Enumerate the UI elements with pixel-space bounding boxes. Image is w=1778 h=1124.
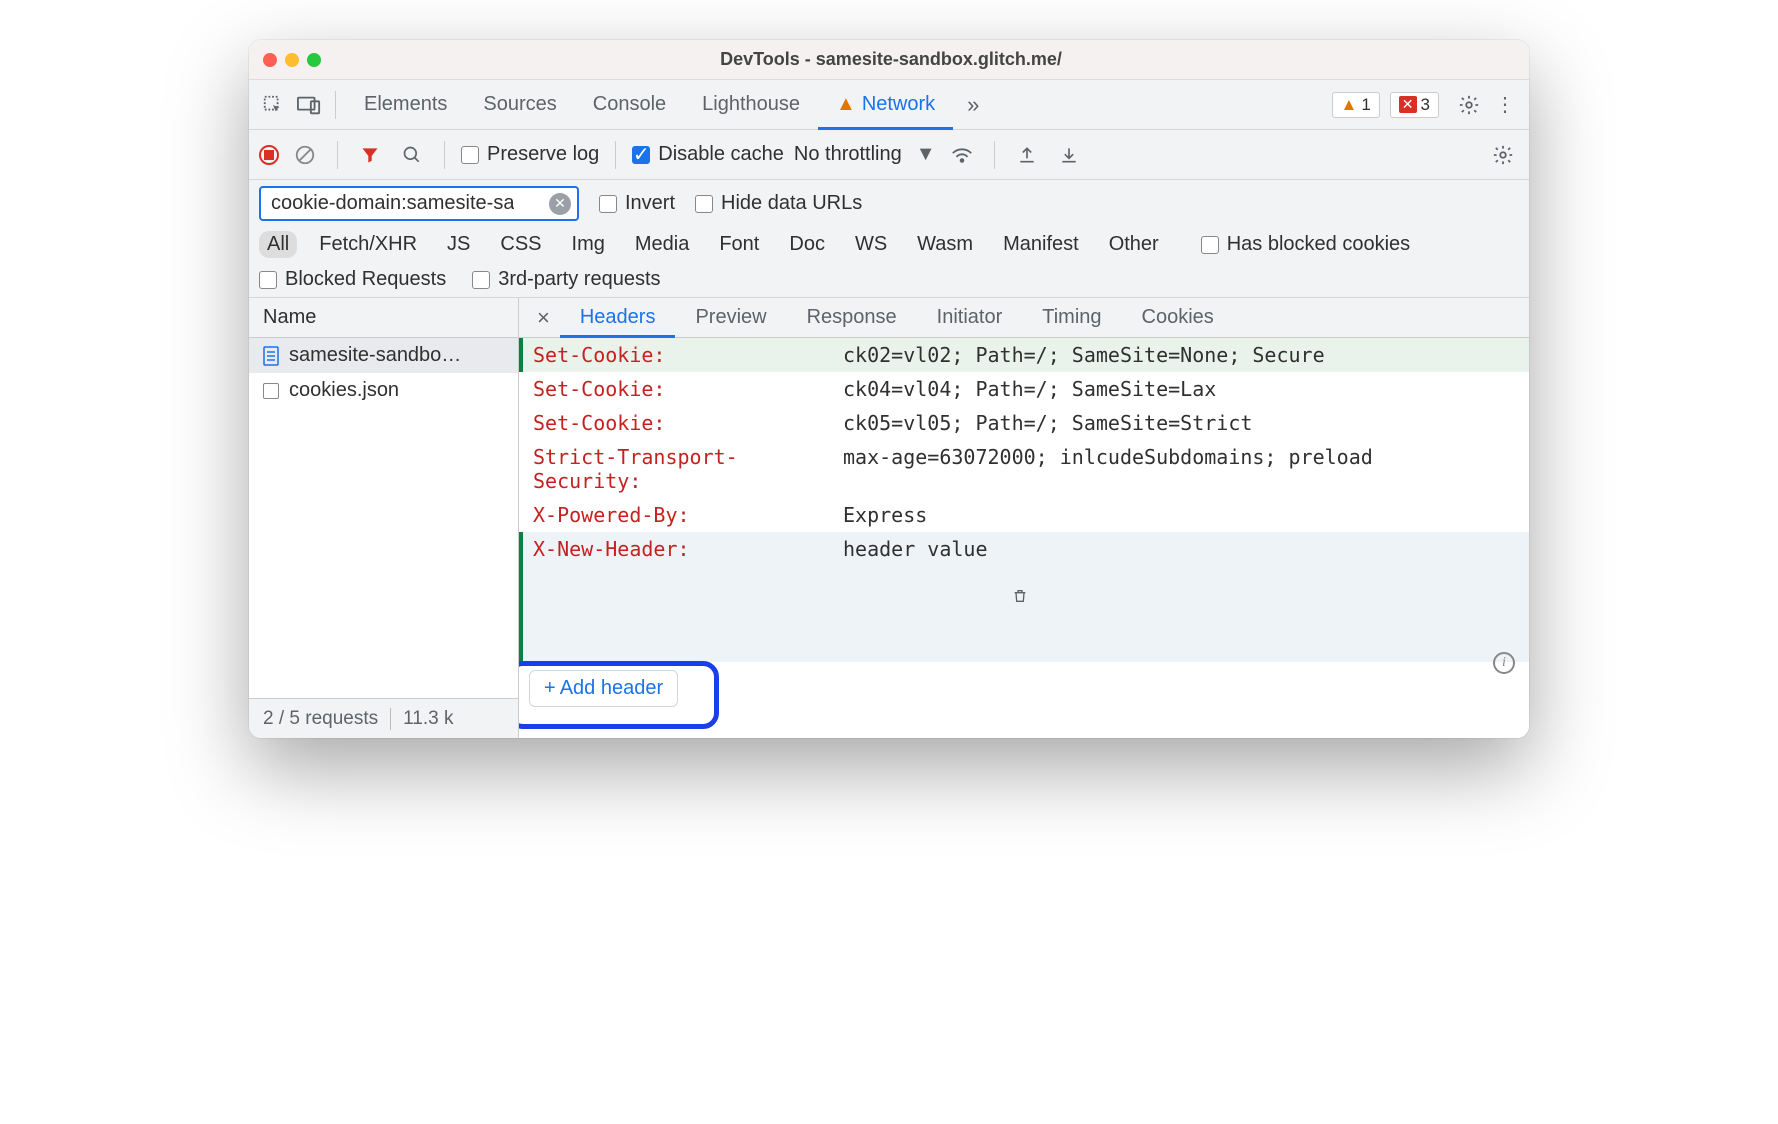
detail-tab-initiator[interactable]: Initiator <box>917 298 1023 338</box>
zoom-window-button[interactable] <box>307 53 321 67</box>
hide-data-urls-checkbox[interactable]: Hide data URLs <box>695 192 862 215</box>
type-filters: All Fetch/XHR JS CSS Img Media Font Doc … <box>259 231 1519 258</box>
type-filter-manifest[interactable]: Manifest <box>995 231 1087 258</box>
type-filter-doc[interactable]: Doc <box>781 231 833 258</box>
document-icon <box>263 346 279 366</box>
network-conditions-icon[interactable] <box>946 139 978 171</box>
status-bar: 2 / 5 requests 11.3 k <box>249 698 518 738</box>
column-header-name[interactable]: Name <box>249 298 518 338</box>
header-row-new[interactable]: X-New-Header: header value <box>519 532 1529 662</box>
record-button[interactable] <box>259 145 279 165</box>
filter-input[interactable]: cookie-domain:samesite-sa ✕ <box>259 186 579 221</box>
download-har-icon[interactable] <box>1053 139 1085 171</box>
network-settings-icon[interactable] <box>1487 139 1519 171</box>
detail-tab-headers[interactable]: Headers <box>560 298 676 338</box>
devtools-window: DevTools - samesite-sandbox.glitch.me/ E… <box>249 40 1529 738</box>
tab-lighthouse[interactable]: Lighthouse <box>684 80 818 130</box>
preserve-log-checkbox[interactable]: Preserve log <box>461 143 599 166</box>
header-row[interactable]: X-Powered-By: Express <box>519 498 1529 532</box>
type-filter-ws[interactable]: WS <box>847 231 895 258</box>
header-row[interactable]: Set-Cookie: ck05=vl05; Path=/; SameSite=… <box>519 406 1529 440</box>
close-detail-icon[interactable]: × <box>527 305 560 331</box>
tab-network[interactable]: ▲ Network <box>818 80 953 130</box>
throttling-select[interactable]: No throttling ▼ <box>794 143 936 166</box>
type-filter-img[interactable]: Img <box>564 231 613 258</box>
filter-toggle-icon[interactable] <box>354 139 386 171</box>
header-row[interactable]: Set-Cookie: ck02=vl02; Path=/; SameSite=… <box>519 338 1529 372</box>
network-split: Name samesite-sandbo… cookies.json 2 / 5… <box>249 298 1529 738</box>
filter-bar: cookie-domain:samesite-sa ✕ Invert Hide … <box>249 180 1529 298</box>
tab-sources[interactable]: Sources <box>465 80 574 130</box>
chevron-down-icon: ▼ <box>916 143 936 166</box>
error-icon: ✕ <box>1399 96 1417 113</box>
info-icon[interactable]: i <box>1493 652 1515 674</box>
type-filter-all[interactable]: All <box>259 231 297 258</box>
warnings-badge[interactable]: ▲ 1 <box>1332 92 1380 118</box>
detail-tab-preview[interactable]: Preview <box>675 298 786 338</box>
type-filter-wasm[interactable]: Wasm <box>909 231 981 258</box>
detail-tab-response[interactable]: Response <box>787 298 917 338</box>
kebab-menu-icon[interactable]: ⋮ <box>1489 89 1521 121</box>
traffic-lights <box>263 53 321 67</box>
type-filter-media[interactable]: Media <box>627 231 697 258</box>
warning-icon: ▲ <box>1341 95 1358 115</box>
detail-tabs: × Headers Preview Response Initiator Tim… <box>519 298 1529 338</box>
main-tabstrip: Elements Sources Console Lighthouse ▲ Ne… <box>249 80 1529 130</box>
titlebar: DevTools - samesite-sandbox.glitch.me/ <box>249 40 1529 80</box>
header-row[interactable]: Strict-Transport-Security: max-age=63072… <box>519 440 1529 498</box>
request-row[interactable]: cookies.json <box>249 373 518 408</box>
upload-har-icon[interactable] <box>1011 139 1043 171</box>
clear-filter-icon[interactable]: ✕ <box>549 193 571 215</box>
device-toggle-icon[interactable] <box>293 89 325 121</box>
plus-icon: + <box>544 677 556 700</box>
detail-tab-cookies[interactable]: Cookies <box>1122 298 1234 338</box>
disable-cache-checkbox[interactable]: ✓Disable cache <box>632 143 784 166</box>
network-toolbar: Preserve log ✓Disable cache No throttlin… <box>249 130 1529 180</box>
tab-elements[interactable]: Elements <box>346 80 465 130</box>
type-filter-other[interactable]: Other <box>1101 231 1167 258</box>
more-tabs-button[interactable]: » <box>957 92 989 118</box>
close-window-button[interactable] <box>263 53 277 67</box>
inspect-element-icon[interactable] <box>257 89 289 121</box>
detail-pane: × Headers Preview Response Initiator Tim… <box>519 298 1529 738</box>
errors-badge[interactable]: ✕ 3 <box>1390 92 1439 118</box>
add-header-button[interactable]: +Add header <box>529 670 678 707</box>
tab-console[interactable]: Console <box>575 80 684 130</box>
headers-list: Set-Cookie: ck02=vl02; Path=/; SameSite=… <box>519 338 1529 738</box>
detail-tab-timing[interactable]: Timing <box>1022 298 1121 338</box>
settings-icon[interactable] <box>1453 89 1485 121</box>
window-title: DevTools - samesite-sandbox.glitch.me/ <box>321 49 1461 70</box>
header-row[interactable]: Set-Cookie: ck04=vl04; Path=/; SameSite=… <box>519 372 1529 406</box>
type-filter-js[interactable]: JS <box>439 231 478 258</box>
type-filter-fetchxhr[interactable]: Fetch/XHR <box>311 231 425 258</box>
has-blocked-cookies-checkbox[interactable]: Has blocked cookies <box>1201 233 1410 256</box>
request-list-pane: Name samesite-sandbo… cookies.json 2 / 5… <box>249 298 519 738</box>
file-icon <box>263 383 279 399</box>
type-filter-font[interactable]: Font <box>711 231 767 258</box>
invert-checkbox[interactable]: Invert <box>599 192 675 215</box>
clear-button[interactable] <box>289 139 321 171</box>
delete-header-icon[interactable] <box>843 585 1028 633</box>
warning-icon: ▲ <box>836 93 856 116</box>
request-row[interactable]: samesite-sandbo… <box>249 338 518 373</box>
search-icon[interactable] <box>396 139 428 171</box>
third-party-checkbox[interactable]: 3rd-party requests <box>472 268 660 291</box>
minimize-window-button[interactable] <box>285 53 299 67</box>
blocked-requests-checkbox[interactable]: Blocked Requests <box>259 268 446 291</box>
type-filter-css[interactable]: CSS <box>492 231 549 258</box>
